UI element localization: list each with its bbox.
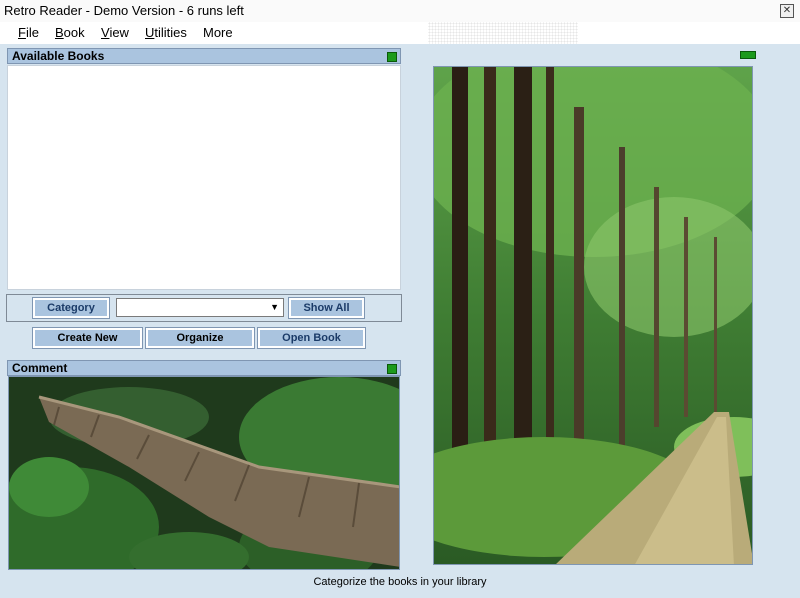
books-list[interactable] [7,65,401,290]
menubar-decoration [428,22,578,44]
close-button[interactable]: ✕ [780,4,794,18]
books-panel-title: Available Books [12,49,105,63]
organize-button[interactable]: Organize [145,327,255,349]
menu-view[interactable]: View [101,25,129,40]
status-text: Categorize the books in your library [313,576,487,588]
category-select[interactable]: ▼ [116,298,284,317]
menu-more[interactable]: More [203,25,233,40]
title-bar: Retro Reader - Demo Version - 6 runs lef… [0,0,800,23]
create-new-button[interactable]: Create New [32,327,143,349]
comment-panel-title: Comment [12,361,68,375]
comment-image [8,376,400,570]
comment-panel-header: Comment [7,360,401,376]
category-button[interactable]: Category [32,297,110,319]
open-book-button[interactable]: Open Book [257,327,366,349]
window-title: Retro Reader - Demo Version - 6 runs lef… [4,3,244,18]
show-all-button[interactable]: Show All [288,297,365,319]
status-indicator-icon [387,52,397,62]
books-panel-header: Available Books [7,48,401,64]
menu-book[interactable]: Book [55,25,85,40]
cover-image [433,66,753,565]
menu-utilities[interactable]: Utilities [145,25,187,40]
menu-file[interactable]: File [18,25,39,40]
image-indicator-icon [740,51,756,59]
dropdown-arrow-icon: ▼ [270,302,279,312]
close-icon: ✕ [782,5,792,16]
menu-bar: File Book View Utilities More [0,22,800,44]
status-indicator-icon [387,364,397,374]
